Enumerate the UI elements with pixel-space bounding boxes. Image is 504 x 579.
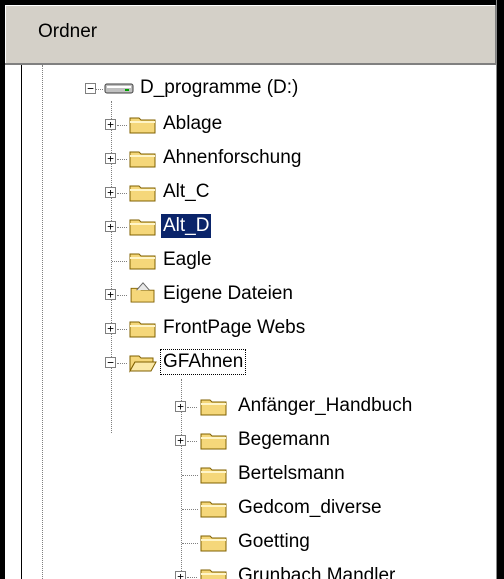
folder-icon bbox=[200, 535, 227, 552]
tree-item-alt-c[interactable]: Alt_C bbox=[161, 180, 211, 204]
expand-toggle[interactable]: + bbox=[105, 221, 116, 232]
expand-toggle[interactable]: + bbox=[105, 187, 116, 198]
folder-icon bbox=[200, 467, 227, 484]
tree-item-frontpage-webs[interactable]: FrontPage Webs bbox=[161, 316, 307, 340]
folder-icon bbox=[200, 433, 227, 450]
folder-icon bbox=[200, 399, 227, 416]
collapse-toggle[interactable]: − bbox=[105, 357, 116, 368]
drive-label[interactable]: D_programme (D:) bbox=[138, 76, 300, 100]
folder-tree-pane: Ordner − D_programme (D:) + Ablage + Ahn… bbox=[0, 0, 504, 579]
window-frame-right bbox=[497, 0, 504, 579]
expand-toggle[interactable]: + bbox=[105, 119, 116, 130]
folders-header: Ordner bbox=[5, 5, 496, 65]
expand-toggle[interactable]: + bbox=[175, 401, 186, 412]
tree-item-ahnenforschung[interactable]: Ahnenforschung bbox=[161, 146, 303, 170]
folder-tree[interactable]: − D_programme (D:) + Ablage + Ahnenforsc… bbox=[5, 65, 496, 579]
folder-icon bbox=[129, 151, 156, 168]
folder-icon bbox=[129, 321, 156, 338]
tree-item-eagle[interactable]: Eagle bbox=[161, 248, 214, 272]
expand-toggle[interactable]: + bbox=[175, 571, 186, 579]
tree-item-goetting[interactable]: Goetting bbox=[236, 530, 312, 554]
expand-toggle[interactable]: + bbox=[175, 435, 186, 446]
open-folder-icon bbox=[129, 355, 157, 373]
tree-item-eigene-dateien[interactable]: Eigene Dateien bbox=[161, 282, 295, 306]
tree-line bbox=[42, 65, 43, 579]
window-frame-top bbox=[0, 0, 504, 5]
window-frame-left bbox=[0, 0, 5, 579]
tree-item-grunbach-mandler[interactable]: Grunbach Mandler bbox=[236, 564, 397, 579]
folder-icon bbox=[129, 117, 156, 134]
folder-icon bbox=[200, 501, 227, 518]
tree-item-bertelsmann[interactable]: Bertelsmann bbox=[236, 462, 347, 486]
my-documents-folder-icon bbox=[130, 282, 155, 303]
drive-collapse-toggle[interactable]: − bbox=[85, 83, 96, 94]
tree-item-anfaenger-handbuch[interactable]: Anfänger_Handbuch bbox=[236, 394, 414, 418]
tree-item-ablage[interactable]: Ablage bbox=[161, 112, 224, 136]
tree-border bbox=[21, 65, 22, 579]
folder-icon bbox=[129, 219, 156, 236]
tree-item-alt-d[interactable]: Alt_D bbox=[161, 214, 212, 238]
expand-toggle[interactable]: + bbox=[105, 153, 116, 164]
expand-toggle[interactable]: + bbox=[105, 289, 116, 300]
folder-icon bbox=[200, 569, 227, 579]
tree-item-gfahnen[interactable]: GFAhnen bbox=[159, 349, 247, 375]
folder-icon bbox=[129, 253, 156, 270]
tree-item-gedcom-diverse[interactable]: Gedcom_diverse bbox=[236, 496, 384, 520]
folders-header-title: Ordner bbox=[38, 21, 98, 42]
folder-icon bbox=[129, 185, 156, 202]
tree-item-begemann[interactable]: Begemann bbox=[236, 428, 332, 452]
tree-line bbox=[111, 101, 112, 433]
expand-toggle[interactable]: + bbox=[105, 323, 116, 334]
drive-icon bbox=[104, 83, 134, 94]
